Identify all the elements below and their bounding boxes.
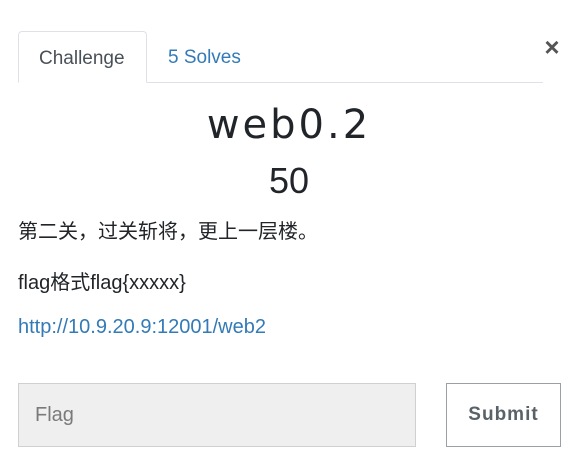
- challenge-tabs: Challenge 5 Solves: [18, 31, 543, 83]
- submit-button[interactable]: Submit: [446, 383, 561, 447]
- tab-challenge[interactable]: Challenge: [18, 31, 147, 83]
- flag-format-text: flag格式flag{xxxxx}: [18, 272, 186, 294]
- challenge-value: 50: [268, 160, 310, 201]
- close-icon[interactable]: ×: [540, 33, 564, 61]
- challenge-description: 第二关，过关斩将，更上一层楼。: [18, 221, 318, 243]
- challenge-link[interactable]: http://10.9.20.9:12001/web2: [18, 316, 266, 339]
- challenge-name: web0.2: [206, 102, 372, 148]
- flag-input[interactable]: [18, 383, 416, 447]
- tab-solves[interactable]: 5 Solves: [148, 31, 261, 82]
